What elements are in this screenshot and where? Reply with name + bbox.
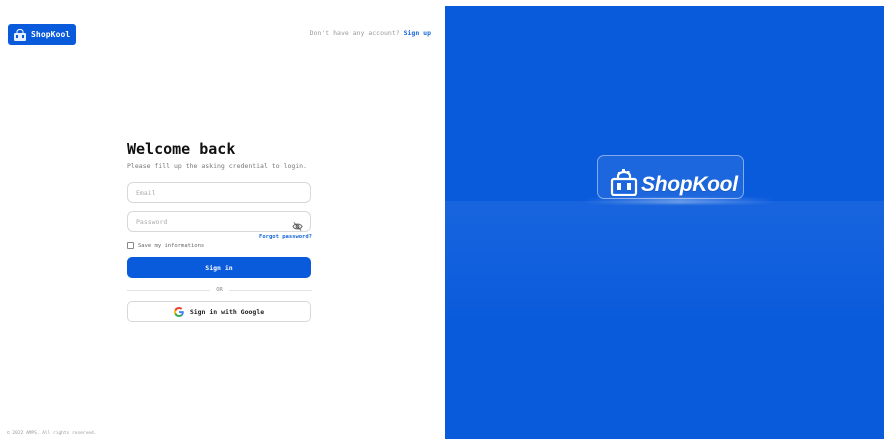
login-form: Welcome back Please fill up the asking c… <box>127 140 312 322</box>
email-field[interactable]: Email <box>127 182 311 203</box>
divider-line-right <box>228 289 312 291</box>
signup-prompt-text: Don't have any account? <box>309 29 400 37</box>
google-button-label: Sign in with Google <box>189 307 265 316</box>
remember-checkbox[interactable] <box>127 242 134 249</box>
signup-prompt: Don't have any account? Sign up <box>310 29 431 37</box>
page-subtitle: Please fill up the asking credential to … <box>127 162 308 170</box>
or-label: OR <box>216 287 223 293</box>
eye-off-icon[interactable] <box>292 217 303 231</box>
password-placeholder: Password <box>136 217 168 226</box>
hero-logo: ShopKool <box>610 168 738 197</box>
google-icon <box>173 306 184 317</box>
or-divider: OR <box>127 287 312 293</box>
hero-shine <box>583 198 775 204</box>
brand-logo[interactable]: ShopKool <box>8 24 76 45</box>
shopping-bag-icon <box>610 168 638 197</box>
email-placeholder: Email <box>136 188 156 197</box>
google-sign-in-button[interactable]: Sign in with Google <box>127 301 311 322</box>
login-panel: ShopKool Don't have any account? Sign up… <box>0 0 445 439</box>
footer-copyright: © 2022 AMPS. All rights reserved. <box>7 431 97 436</box>
page-title: Welcome back <box>127 140 236 158</box>
password-field[interactable]: Password <box>127 211 311 232</box>
sign-in-button[interactable]: Sign in <box>127 257 311 278</box>
shopping-bag-icon <box>13 28 27 41</box>
hero-brand-name: ShopKool <box>641 173 738 196</box>
remember-row: Save my informations <box>127 242 312 249</box>
signup-link[interactable]: Sign up <box>404 29 431 37</box>
divider-line-left <box>127 289 211 291</box>
panel-glow <box>445 201 884 321</box>
brand-panel: ShopKool <box>445 6 884 439</box>
forgot-password-link[interactable]: Forgot password? <box>127 234 312 240</box>
brand-name: ShopKool <box>31 30 71 39</box>
remember-label: Save my informations <box>138 242 205 249</box>
login-page: ShopKool Don't have any account? Sign up… <box>0 0 884 439</box>
